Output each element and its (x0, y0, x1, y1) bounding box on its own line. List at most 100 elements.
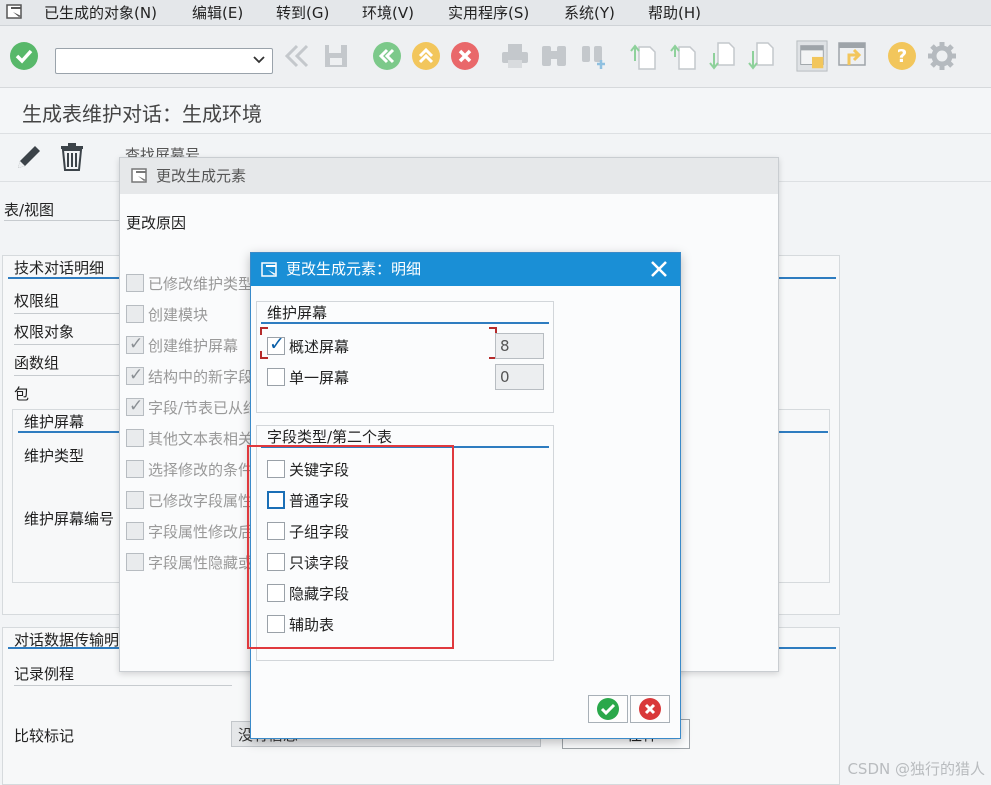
option-label: 创建模块 (148, 305, 209, 324)
first-page-icon[interactable] (628, 40, 660, 72)
page-title: 生成表维护对话：生成环境 (22, 102, 262, 126)
dialog-title: 更改生成元素 (156, 167, 247, 185)
option-row[interactable]: 字段/节表已从结 (126, 396, 258, 418)
find-icon[interactable] (538, 40, 570, 72)
menu-goto[interactable]: 转到(G) (276, 2, 329, 23)
menu-bar: 已生成的对象(N) 编辑(E) 转到(G) 环境(V) 实用程序(S) 系统(Y… (0, 0, 991, 26)
back-arrows-icon[interactable] (282, 40, 314, 72)
auth-group-label: 权限组 (14, 292, 60, 310)
cancel-button[interactable] (630, 695, 670, 723)
menu-edit[interactable]: 编辑(E) (192, 2, 243, 23)
chevron-down-icon[interactable] (252, 53, 266, 67)
close-icon[interactable] (648, 258, 670, 280)
option-row[interactable]: 结构中的新字段 (126, 365, 253, 387)
group-underline (8, 277, 120, 279)
section-title: 字段类型/第二个表 (267, 428, 393, 446)
back-icon[interactable] (371, 40, 403, 72)
option-label: 结构中的新字段 (148, 367, 254, 386)
table-view-label: 表/视图 (4, 201, 55, 219)
section-title: 维护屏幕 (267, 304, 328, 322)
tech-details-title: 技术对话明细 (14, 259, 105, 277)
option-row[interactable]: 其他文本表相关 (126, 427, 253, 449)
single-screen-number[interactable]: 0 (495, 364, 544, 390)
trash-icon[interactable] (58, 142, 86, 172)
menu-icon[interactable] (5, 3, 27, 21)
menu-system[interactable]: 系统(Y) (564, 2, 615, 23)
maint-screen-number-label: 维护屏幕编号 (24, 510, 115, 528)
menu-generated-objects[interactable]: 已生成的对象(N) (44, 2, 157, 23)
function-group-label: 函数组 (14, 354, 60, 372)
confirm-icon[interactable] (8, 40, 40, 72)
group-underline (18, 431, 120, 433)
checkbox[interactable] (126, 274, 144, 292)
divider (14, 344, 119, 345)
next-page-icon[interactable] (707, 40, 739, 72)
command-field[interactable] (55, 48, 273, 74)
compare-flag-label: 比较标记 (14, 727, 75, 745)
option-row[interactable]: 创建维护屏幕 (126, 334, 238, 356)
divider (4, 220, 119, 221)
option-label: 概述屏幕 (289, 337, 350, 356)
option-label: 已修改维护类型 (148, 274, 254, 293)
divider (14, 685, 232, 686)
option-label: 单一屏幕 (289, 368, 350, 387)
watermark: CSDN @独行的猎人 (847, 760, 985, 778)
checkbox[interactable] (267, 368, 285, 386)
menu-environment[interactable]: 环境(V) (362, 2, 414, 23)
last-page-icon[interactable] (746, 40, 778, 72)
checkbox[interactable] (126, 429, 144, 447)
option-label: 字段属性隐藏或 (148, 553, 254, 572)
checkbox[interactable] (126, 460, 144, 478)
dialog-icon (131, 168, 147, 183)
option-row[interactable]: 字段属性隐藏或 (126, 551, 253, 573)
ok-button[interactable] (588, 695, 628, 723)
checkbox[interactable] (126, 522, 144, 540)
menu-help[interactable]: 帮助(H) (648, 2, 701, 23)
layout-icon[interactable] (796, 40, 828, 72)
checkbox[interactable] (126, 396, 144, 416)
save-icon[interactable] (320, 40, 352, 72)
group-underline (8, 647, 120, 649)
option-row[interactable]: 选择修改的条件 (126, 458, 253, 480)
overview-screen-number[interactable]: 8 (495, 333, 544, 359)
print-icon[interactable] (499, 40, 531, 72)
divider (14, 313, 119, 314)
checkbox[interactable] (126, 553, 144, 571)
menu-utilities[interactable]: 实用程序(S) (448, 2, 529, 23)
exit-icon[interactable] (410, 40, 442, 72)
highlight-box (247, 445, 454, 649)
option-label: 已修改字段属性 (148, 491, 254, 510)
dialog-title: 更改生成元素：明细 (286, 260, 422, 278)
checkbox[interactable] (126, 491, 144, 509)
option-row[interactable]: 创建模块 (126, 303, 208, 325)
cancel-icon[interactable] (449, 40, 481, 72)
checkbox[interactable] (126, 305, 144, 323)
single-screen-option[interactable]: 单一屏幕 (267, 366, 349, 388)
option-row[interactable]: 已修改维护类型 (126, 272, 253, 294)
change-reason-label: 更改原因 (126, 214, 187, 232)
new-session-icon[interactable] (836, 40, 868, 72)
dialog-icon (261, 262, 277, 277)
divider (14, 375, 119, 376)
checkbox[interactable] (126, 334, 144, 354)
option-label: 字段属性修改后 (148, 522, 254, 541)
option-row[interactable]: 字段属性修改后 (126, 520, 253, 542)
cancel-icon (639, 698, 661, 720)
find-next-icon[interactable] (578, 40, 610, 72)
group-underline (778, 431, 828, 433)
option-row[interactable]: 已修改字段属性 (126, 489, 253, 511)
checkbox[interactable] (267, 333, 285, 355)
checkbox[interactable] (126, 365, 144, 385)
help-icon[interactable]: ? (886, 40, 918, 72)
option-label: 创建维护屏幕 (148, 336, 239, 355)
focus-corner (260, 327, 268, 335)
overview-screen-option[interactable]: 概述屏幕 (267, 333, 350, 357)
dialog-header: 更改生成元素 (120, 158, 778, 194)
settings-icon[interactable] (926, 40, 958, 72)
pencil-icon[interactable] (14, 142, 44, 172)
auth-object-label: 权限对象 (14, 323, 75, 341)
maint-type-label: 维护类型 (24, 447, 85, 465)
title-bar: 生成表维护对话：生成环境 (0, 88, 991, 134)
prev-page-icon[interactable] (668, 40, 700, 72)
dialog-header: 更改生成元素：明细 (251, 253, 680, 286)
